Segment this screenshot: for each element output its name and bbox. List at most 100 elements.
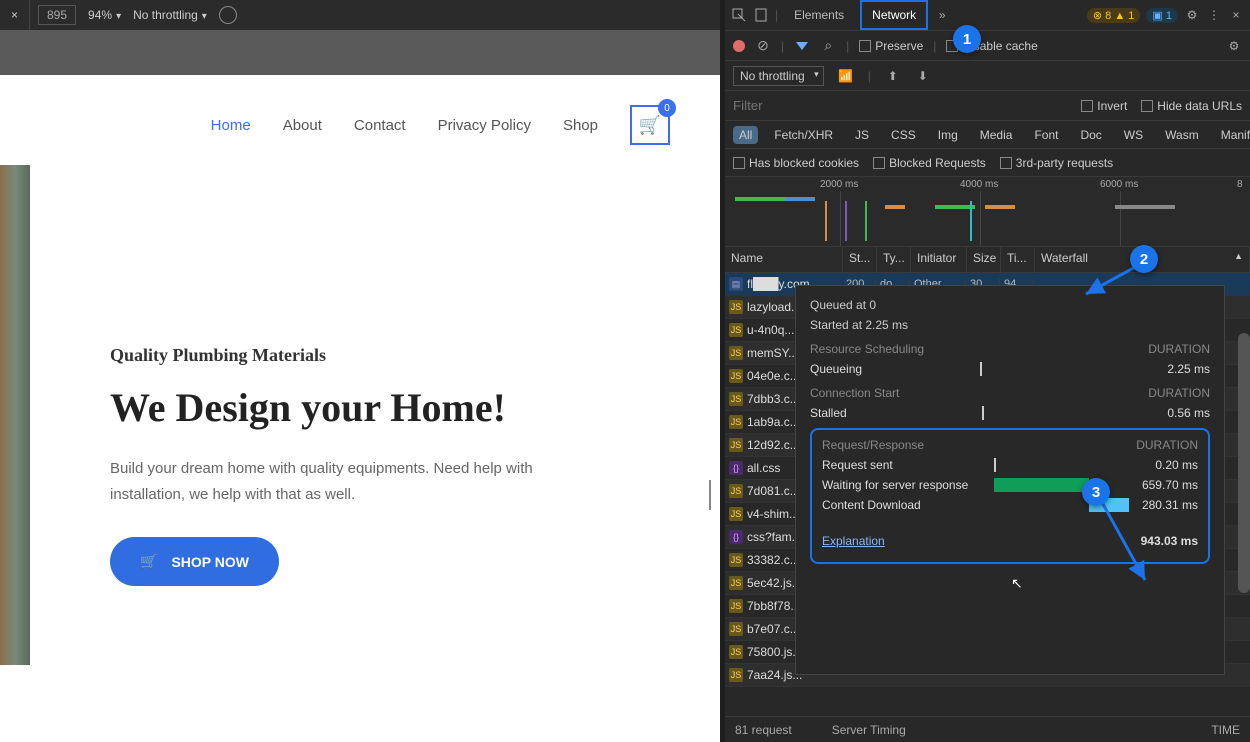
filter-input[interactable] — [733, 98, 873, 113]
resource-scheduling-head: Resource Scheduling — [810, 342, 924, 356]
invert-checkbox[interactable]: Invert — [1081, 99, 1127, 113]
pill-manifest[interactable]: Manifest — [1215, 126, 1250, 144]
cart-button[interactable]: 🛒 0 — [630, 105, 670, 145]
pill-wasm[interactable]: Wasm — [1159, 126, 1205, 144]
file-js-icon: JS — [729, 553, 743, 567]
tab-network[interactable]: Network — [860, 0, 928, 30]
dimension-input[interactable]: 895 — [38, 5, 76, 25]
annotation-marker-1: 1 — [953, 25, 981, 53]
filter-icon[interactable] — [794, 38, 810, 54]
col-status[interactable]: St... — [843, 247, 877, 272]
throttle-dropdown[interactable]: No throttling — [133, 8, 207, 22]
request-sent-label: Request sent — [822, 458, 972, 472]
nav-about[interactable]: About — [283, 117, 322, 134]
file-js-icon: JS — [729, 576, 743, 590]
stalled-value: 0.56 ms — [1110, 406, 1210, 420]
devtools-pane: | Elements Network » ⊗ 8 ▲ 1 ▣ 1 ⚙ ⋮ × |… — [725, 0, 1250, 742]
pill-doc[interactable]: Doc — [1074, 126, 1107, 144]
pill-media[interactable]: Media — [974, 126, 1019, 144]
warnings-badge[interactable]: ⊗ 8 ▲ 1 — [1087, 8, 1141, 23]
shop-now-button[interactable]: 🛒 SHOP NOW — [110, 537, 279, 586]
close-devtools-icon[interactable]: × — [1228, 7, 1244, 23]
download-label: Content Download — [822, 498, 972, 512]
scrollbar-thumb[interactable] — [1238, 333, 1250, 593]
hero-text: Quality Plumbing Materials We Design you… — [30, 165, 720, 665]
blocked-requests-checkbox[interactable]: Blocked Requests — [873, 156, 986, 170]
col-size[interactable]: Size — [967, 247, 1001, 272]
download-value: 280.31 ms — [1122, 498, 1198, 512]
file-js-icon: JS — [729, 346, 743, 360]
hide-data-urls-checkbox[interactable]: Hide data URLs — [1141, 99, 1242, 113]
wifi-icon[interactable]: 📶 — [838, 68, 854, 84]
upload-har-icon[interactable]: ⬆ — [885, 68, 901, 84]
network-table-body: ▤ fl███y.com.... 200 do... Other 30... 9… — [725, 273, 1250, 691]
record-button[interactable] — [733, 40, 745, 52]
request-sent-value: 0.20 ms — [1122, 458, 1198, 472]
file-js-icon: JS — [729, 645, 743, 659]
nav-contact[interactable]: Contact — [354, 117, 406, 134]
request-response-box: Request/ResponseDURATION Request sent0.2… — [810, 428, 1210, 564]
rotate-icon[interactable] — [219, 6, 237, 24]
overview-tick: 6000 ms — [1100, 179, 1138, 190]
zoom-dropdown[interactable]: 94% — [88, 8, 121, 22]
pill-img[interactable]: Img — [932, 126, 964, 144]
request-count: 81 request — [735, 723, 792, 737]
hero-description: Build your dream home with quality equip… — [110, 456, 590, 507]
pill-fetchxhr[interactable]: Fetch/XHR — [768, 126, 839, 144]
timing-breakdown-popup: Queued at 0 Started at 2.25 ms Resource … — [795, 285, 1225, 675]
file-js-icon: JS — [729, 392, 743, 406]
inspect-icon[interactable] — [731, 7, 747, 23]
file-js-icon: JS — [729, 668, 743, 682]
col-type[interactable]: Ty... — [877, 247, 911, 272]
nav-home[interactable]: Home — [211, 117, 251, 134]
pill-js[interactable]: JS — [849, 126, 875, 144]
third-party-checkbox[interactable]: 3rd-party requests — [1000, 156, 1113, 170]
time-column-label: TIME — [1211, 723, 1240, 737]
search-icon[interactable] — [820, 38, 836, 54]
device-toggle-icon[interactable] — [753, 7, 769, 23]
network-throttle-dropdown[interactable]: No throttling — [733, 66, 824, 86]
file-css-icon: {} — [729, 461, 743, 475]
blocked-cookies-checkbox[interactable]: Has blocked cookies — [733, 156, 859, 170]
preserve-log-checkbox[interactable]: Preserve — [859, 39, 923, 53]
timing-queued: Queued at 0 — [810, 298, 1210, 312]
overview-tick: 2000 ms — [820, 179, 858, 190]
file-doc-icon: ▤ — [729, 277, 743, 291]
gear-icon[interactable]: ⚙ — [1184, 7, 1200, 23]
server-timing-label: Server Timing — [832, 723, 906, 737]
pane-resize-handle[interactable] — [707, 480, 715, 510]
tab-elements[interactable]: Elements — [784, 2, 854, 28]
network-throttle-bar: No throttling 📶 | ⬆ ⬇ — [725, 61, 1250, 91]
network-overview[interactable]: 2000 ms 4000 ms 6000 ms 8 — [725, 177, 1250, 247]
more-tabs-icon[interactable]: » — [934, 7, 950, 23]
hero-title: We Design your Home! — [110, 384, 680, 432]
kebab-icon[interactable]: ⋮ — [1206, 7, 1222, 23]
file-js-icon: JS — [729, 622, 743, 636]
pill-font[interactable]: Font — [1028, 126, 1064, 144]
pill-css[interactable]: CSS — [885, 126, 922, 144]
pill-all[interactable]: All — [733, 126, 758, 144]
download-har-icon[interactable]: ⬇ — [915, 68, 931, 84]
nav-privacy[interactable]: Privacy Policy — [438, 117, 531, 134]
close-icon[interactable]: × — [0, 0, 30, 30]
duration-head: DURATION — [1148, 342, 1210, 356]
pill-ws[interactable]: WS — [1118, 126, 1149, 144]
website-viewport[interactable]: Home About Contact Privacy Policy Shop 🛒… — [0, 75, 720, 742]
shop-cart-icon: 🛒 — [140, 553, 157, 570]
file-js-icon: JS — [729, 323, 743, 337]
info-badge[interactable]: ▣ 1 — [1146, 8, 1178, 23]
overview-tick: 8 — [1237, 179, 1243, 190]
col-time[interactable]: Ti... — [1001, 247, 1035, 272]
network-footer: 81 request Server Timing TIME — [725, 716, 1250, 742]
clear-icon[interactable] — [755, 38, 771, 54]
waiting-label: Waiting for server response — [822, 478, 972, 492]
col-initiator[interactable]: Initiator — [911, 247, 967, 272]
network-settings-gear-icon[interactable]: ⚙ — [1226, 38, 1242, 54]
request-response-head: Request/Response — [822, 438, 924, 452]
col-name[interactable]: Name — [725, 247, 843, 272]
explanation-link[interactable]: Explanation — [822, 534, 885, 548]
file-css-icon: {} — [729, 530, 743, 544]
timing-total: 943.03 ms — [885, 534, 1198, 548]
connection-start-head: Connection Start — [810, 386, 899, 400]
nav-shop[interactable]: Shop — [563, 117, 598, 134]
